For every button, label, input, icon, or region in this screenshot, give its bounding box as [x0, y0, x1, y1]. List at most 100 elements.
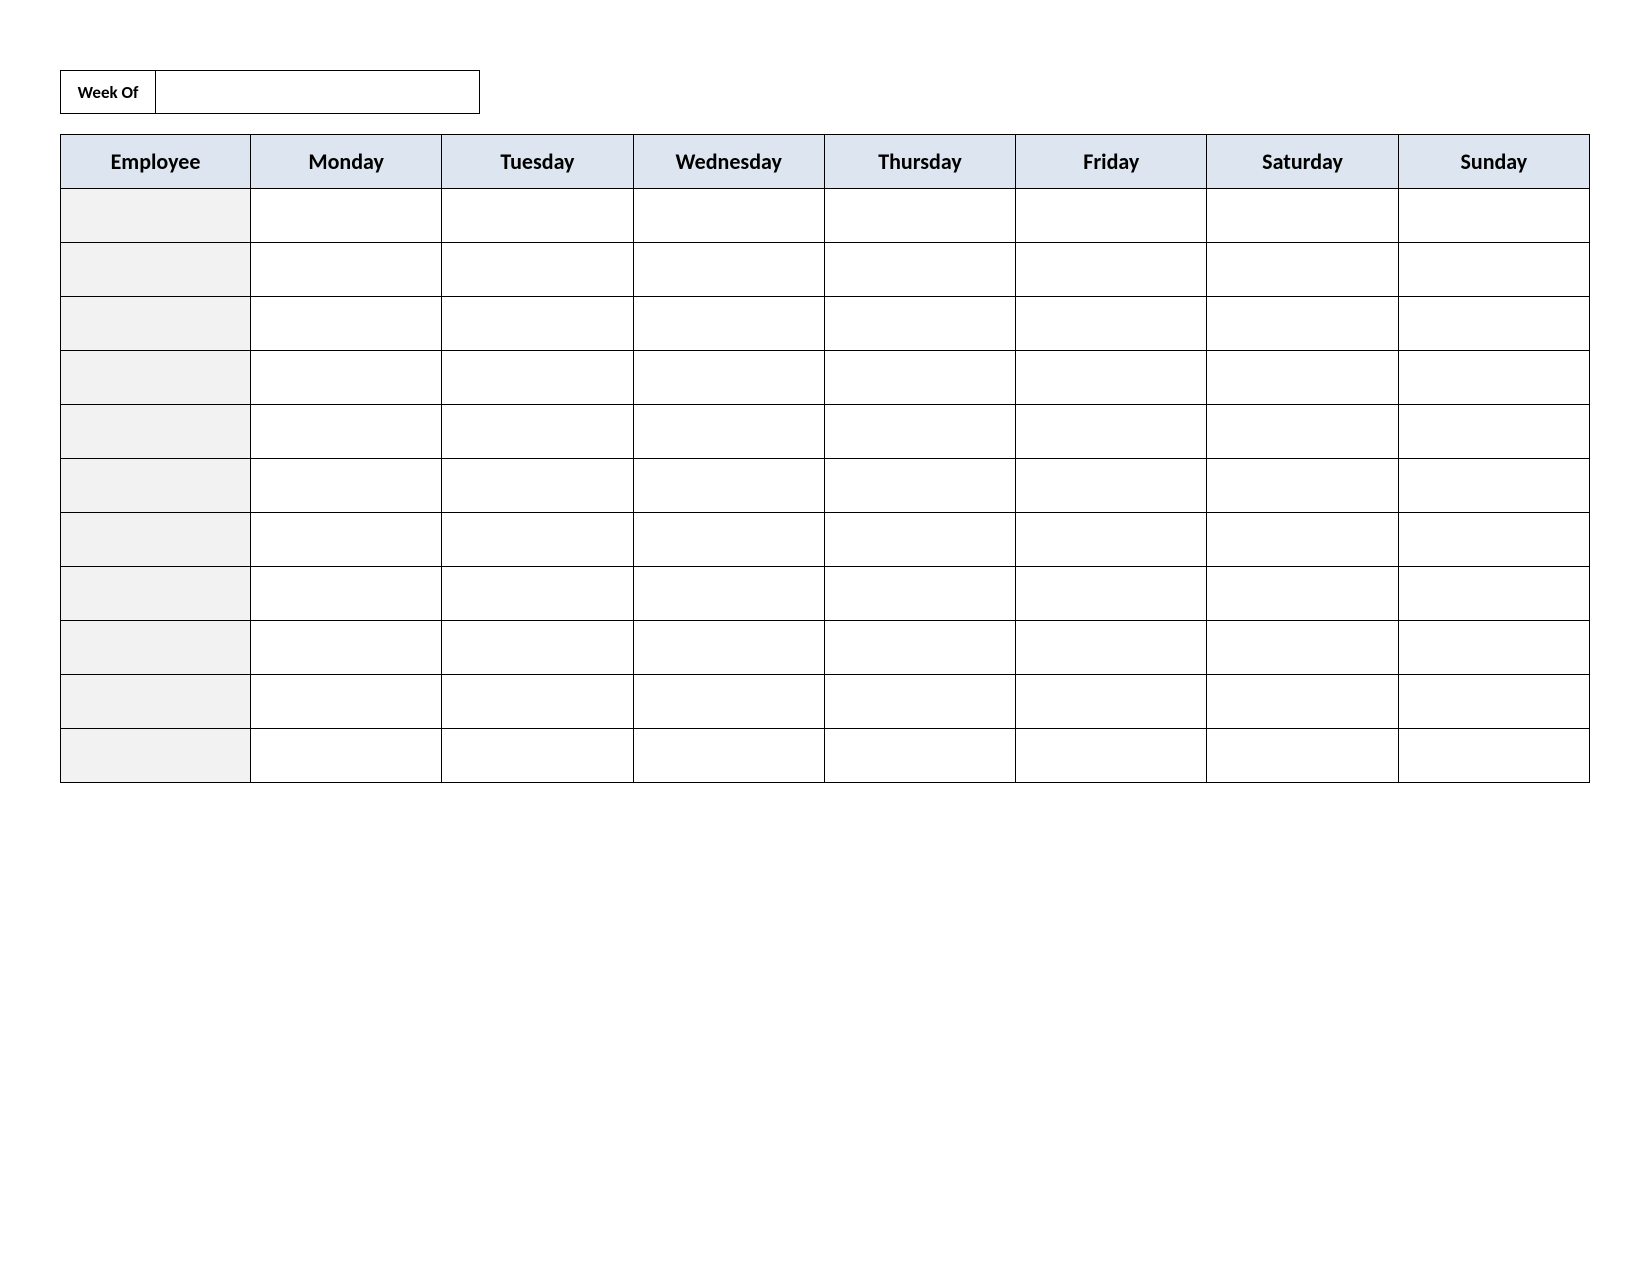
employee-input[interactable]	[61, 675, 250, 728]
day-input[interactable]	[634, 459, 824, 512]
day-input[interactable]	[442, 675, 632, 728]
table-row	[61, 729, 1590, 783]
day-input[interactable]	[634, 189, 824, 242]
day-input[interactable]	[825, 675, 1015, 728]
day-input[interactable]	[251, 675, 441, 728]
week-of-input[interactable]	[156, 71, 479, 113]
day-input[interactable]	[251, 513, 441, 566]
day-cell	[251, 513, 442, 567]
day-input[interactable]	[1016, 405, 1206, 458]
day-input[interactable]	[442, 243, 632, 296]
day-input[interactable]	[442, 297, 632, 350]
day-input[interactable]	[1399, 405, 1589, 458]
day-input[interactable]	[1399, 351, 1589, 404]
day-input[interactable]	[1016, 675, 1206, 728]
day-input[interactable]	[1399, 675, 1589, 728]
day-cell	[824, 243, 1015, 297]
employee-input[interactable]	[61, 189, 250, 242]
day-input[interactable]	[1207, 459, 1397, 512]
day-input[interactable]	[251, 351, 441, 404]
employee-input[interactable]	[61, 297, 250, 350]
day-input[interactable]	[1016, 621, 1206, 674]
day-input[interactable]	[1207, 729, 1397, 782]
day-input[interactable]	[442, 513, 632, 566]
day-input[interactable]	[442, 621, 632, 674]
employee-input[interactable]	[61, 405, 250, 458]
day-input[interactable]	[1016, 243, 1206, 296]
day-input[interactable]	[1207, 405, 1397, 458]
day-input[interactable]	[442, 567, 632, 620]
day-cell	[251, 675, 442, 729]
day-input[interactable]	[442, 189, 632, 242]
day-input[interactable]	[825, 405, 1015, 458]
day-input[interactable]	[251, 459, 441, 512]
day-input[interactable]	[1207, 513, 1397, 566]
day-input[interactable]	[1016, 729, 1206, 782]
day-input[interactable]	[251, 567, 441, 620]
day-input[interactable]	[1399, 189, 1589, 242]
day-input[interactable]	[634, 297, 824, 350]
employee-input[interactable]	[61, 513, 250, 566]
day-cell	[251, 297, 442, 351]
day-input[interactable]	[634, 405, 824, 458]
day-input[interactable]	[1399, 513, 1589, 566]
day-input[interactable]	[1207, 675, 1397, 728]
day-input[interactable]	[442, 459, 632, 512]
day-input[interactable]	[1207, 189, 1397, 242]
day-cell	[1016, 675, 1207, 729]
day-input[interactable]	[1016, 459, 1206, 512]
day-input[interactable]	[634, 675, 824, 728]
day-input[interactable]	[634, 729, 824, 782]
day-input[interactable]	[825, 513, 1015, 566]
day-input[interactable]	[825, 567, 1015, 620]
day-cell	[1016, 729, 1207, 783]
day-input[interactable]	[825, 621, 1015, 674]
day-input[interactable]	[1207, 621, 1397, 674]
employee-input[interactable]	[61, 351, 250, 404]
day-input[interactable]	[1016, 189, 1206, 242]
day-input[interactable]	[825, 459, 1015, 512]
day-input[interactable]	[634, 351, 824, 404]
day-input[interactable]	[251, 189, 441, 242]
day-input[interactable]	[634, 513, 824, 566]
day-input[interactable]	[1399, 729, 1589, 782]
day-input[interactable]	[825, 729, 1015, 782]
day-cell	[1398, 243, 1589, 297]
day-input[interactable]	[251, 621, 441, 674]
day-cell	[824, 513, 1015, 567]
day-input[interactable]	[825, 297, 1015, 350]
day-input[interactable]	[1207, 351, 1397, 404]
day-input[interactable]	[251, 405, 441, 458]
day-input[interactable]	[825, 243, 1015, 296]
day-input[interactable]	[634, 567, 824, 620]
day-input[interactable]	[1016, 351, 1206, 404]
day-input[interactable]	[1207, 243, 1397, 296]
day-input[interactable]	[1399, 459, 1589, 512]
day-input[interactable]	[825, 189, 1015, 242]
day-input[interactable]	[1016, 567, 1206, 620]
day-input[interactable]	[442, 729, 632, 782]
employee-input[interactable]	[61, 459, 250, 512]
day-input[interactable]	[1207, 297, 1397, 350]
day-input[interactable]	[1016, 297, 1206, 350]
day-input[interactable]	[442, 405, 632, 458]
day-input[interactable]	[251, 297, 441, 350]
employee-input[interactable]	[61, 729, 250, 782]
day-input[interactable]	[825, 351, 1015, 404]
day-input[interactable]	[251, 243, 441, 296]
employee-input[interactable]	[61, 567, 250, 620]
employee-input[interactable]	[61, 243, 250, 296]
day-input[interactable]	[1399, 621, 1589, 674]
employee-cell	[61, 459, 251, 513]
day-cell	[824, 351, 1015, 405]
day-input[interactable]	[634, 621, 824, 674]
day-input[interactable]	[1399, 567, 1589, 620]
day-input[interactable]	[634, 243, 824, 296]
employee-input[interactable]	[61, 621, 250, 674]
day-input[interactable]	[1207, 567, 1397, 620]
day-input[interactable]	[1399, 297, 1589, 350]
day-input[interactable]	[442, 351, 632, 404]
day-input[interactable]	[1399, 243, 1589, 296]
day-input[interactable]	[251, 729, 441, 782]
day-input[interactable]	[1016, 513, 1206, 566]
